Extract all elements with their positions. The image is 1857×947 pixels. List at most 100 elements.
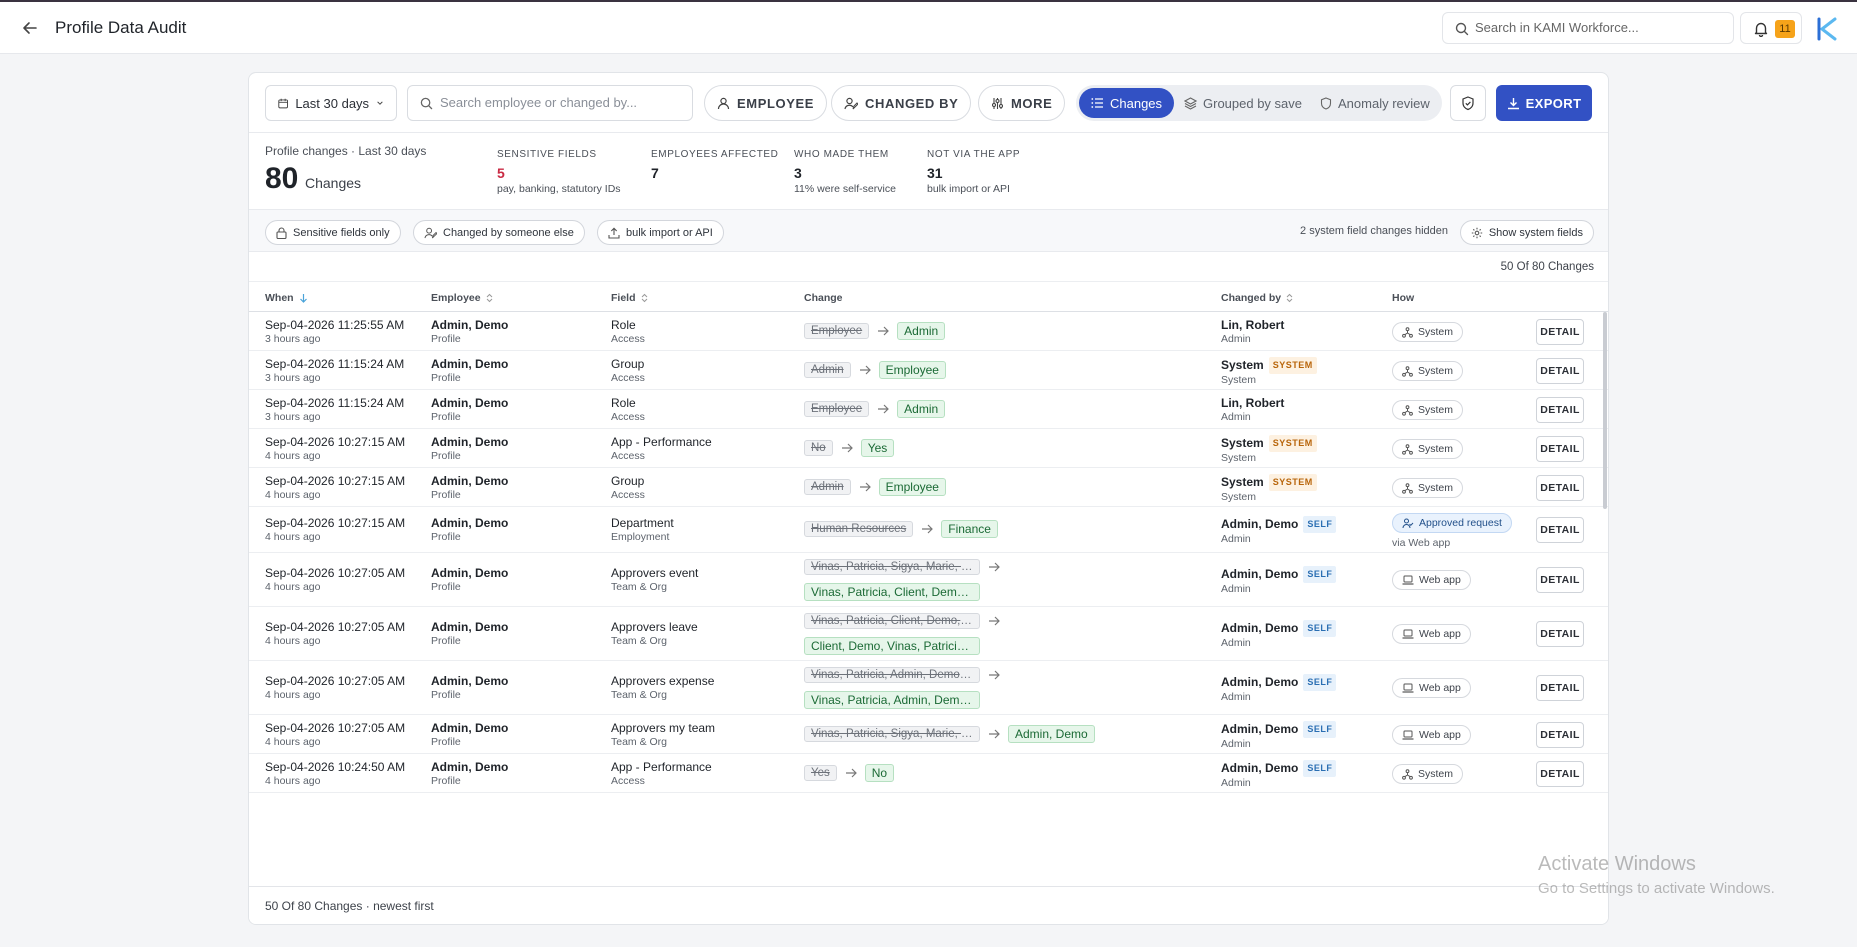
column-when[interactable]: When — [265, 292, 308, 304]
detail-button[interactable]: DETAIL — [1536, 436, 1584, 462]
detail-button[interactable]: DETAIL — [1536, 567, 1584, 593]
table-row[interactable]: Sep-04-2026 10:27:15 AM 4 hours ago Admin,… — [249, 507, 1608, 553]
upload-icon — [608, 227, 620, 239]
export-button[interactable]: EXPORT — [1496, 85, 1592, 121]
employee-name[interactable]: Admin, Demo — [431, 760, 508, 775]
employee-name[interactable]: Admin, Demo — [431, 566, 508, 581]
column-field[interactable]: Field — [611, 292, 648, 304]
how-label: Approved request — [1419, 517, 1502, 529]
view-tab-changes[interactable]: Changes — [1079, 88, 1175, 118]
date-range-select[interactable]: Last 30 days — [265, 85, 397, 121]
chip-changed-by-else[interactable]: Changed by someone else — [413, 220, 585, 245]
column-label: When — [265, 292, 294, 304]
how-cell: Web app — [1392, 570, 1471, 590]
changed-by-name: Admin, Demo SELF — [1221, 674, 1337, 691]
notifications-button[interactable]: 11 — [1740, 12, 1802, 44]
field-category: Team & Org — [611, 635, 668, 647]
employee-name[interactable]: Admin, Demo — [431, 516, 508, 531]
field-name: App - Performance — [611, 760, 712, 774]
detail-button[interactable]: DETAIL — [1536, 722, 1584, 748]
changed-by-name: Admin, Demo SELF — [1221, 721, 1337, 738]
employee-name[interactable]: Admin, Demo — [431, 396, 508, 411]
employee-name[interactable]: Admin, Demo — [431, 620, 508, 635]
table-row[interactable]: Sep-04-2026 10:27:15 AM 4 hours ago Admin,… — [249, 429, 1608, 468]
employee-search-input[interactable] — [440, 95, 685, 110]
old-value: Vinas, Patricia, Client, Demo, Sigy... — [804, 612, 980, 629]
audit-settings-button[interactable] — [1450, 85, 1486, 121]
old-value: Vinas, Patricia, Sigya, Marie, Clien... — [804, 558, 980, 575]
new-value: Finance — [941, 520, 998, 538]
table-row[interactable]: Sep-04-2026 10:27:05 AM 4 hours ago Admin,… — [249, 607, 1608, 661]
employee-subtext: Profile — [431, 581, 461, 593]
employee-name[interactable]: Admin, Demo — [431, 474, 508, 489]
changed-by-label: Admin, Demo — [1221, 621, 1299, 635]
table-scrollbar[interactable] — [1603, 312, 1607, 509]
how-badge: System — [1392, 322, 1464, 342]
changed-by-label: Admin, Demo — [1221, 722, 1299, 736]
detail-button[interactable]: DETAIL — [1536, 621, 1584, 647]
how-label: System — [1418, 768, 1454, 780]
field-cell: App - Performance Access — [611, 435, 712, 463]
hidden-fields-note: 2 system field changes hidden — [1300, 225, 1448, 237]
employee-filter-button[interactable]: EMPLOYEE — [704, 85, 828, 121]
field-category: Access — [611, 775, 645, 787]
laptop-icon — [1402, 575, 1414, 585]
detail-button[interactable]: DETAIL — [1536, 675, 1584, 701]
approved-request-badge[interactable]: Approved request — [1392, 513, 1512, 533]
table-row[interactable]: Sep-04-2026 10:27:05 AM 4 hours ago Admin,… — [249, 661, 1608, 715]
detail-button[interactable]: DETAIL — [1536, 475, 1584, 501]
view-tab-grouped-by-save[interactable]: Grouped by save — [1172, 88, 1314, 118]
global-search[interactable] — [1442, 12, 1734, 44]
column-changed-by[interactable]: Changed by — [1221, 292, 1293, 304]
self-tag: SELF — [1303, 566, 1337, 583]
kami-logo-icon[interactable] — [1813, 15, 1841, 43]
more-filters-button[interactable]: MORE — [978, 85, 1066, 121]
old-value: Yes — [804, 765, 837, 781]
chip-sensitive-fields[interactable]: Sensitive fields only — [265, 220, 401, 245]
back-arrow-icon[interactable] — [20, 18, 40, 38]
employee-subtext: Profile — [431, 450, 461, 462]
how-cell: Web app — [1392, 725, 1471, 745]
global-search-input[interactable] — [1475, 20, 1725, 35]
when-cell: Sep-04-2026 11:15:24 AM 3 hours ago — [265, 396, 404, 424]
detail-button[interactable]: DETAIL — [1536, 319, 1584, 345]
detail-button[interactable]: DETAIL — [1536, 397, 1584, 423]
table-row[interactable]: Sep-04-2026 10:27:05 AM 4 hours ago Admin,… — [249, 715, 1608, 754]
toolbar: Last 30 days EMPLOYEE CHANGED BY MORE Ch… — [249, 73, 1608, 133]
view-tab-anomaly-review[interactable]: Anomaly review — [1308, 88, 1442, 118]
changed-by-label: Lin, Robert — [1221, 318, 1285, 332]
table-row[interactable]: Sep-04-2026 10:24:50 AM 4 hours ago Admin,… — [249, 754, 1608, 793]
how-label: System — [1418, 326, 1454, 338]
show-system-fields-button[interactable]: Show system fields — [1459, 220, 1594, 245]
employee-name[interactable]: Admin, Demo — [431, 721, 508, 736]
field-name: Approvers leave — [611, 620, 698, 634]
when-cell: Sep-04-2026 10:27:05 AM 4 hours ago — [265, 721, 405, 749]
changed-by-name: System SYSTEM — [1221, 357, 1317, 374]
employee-search[interactable] — [407, 85, 693, 121]
employee-name[interactable]: Admin, Demo — [431, 674, 508, 689]
column-employee[interactable]: Employee — [431, 292, 493, 304]
table-row[interactable]: Sep-04-2026 11:15:24 AM 3 hours ago Admin,… — [249, 390, 1608, 429]
relative-time: 4 hours ago — [265, 450, 321, 462]
how-badge: Web app — [1392, 624, 1471, 644]
changed-by-cell: Admin, Demo SELF Admin — [1221, 516, 1337, 546]
changed-by-filter-button[interactable]: CHANGED BY — [831, 85, 972, 121]
detail-button[interactable]: DETAIL — [1536, 517, 1584, 543]
employee-name[interactable]: Admin, Demo — [431, 357, 508, 372]
employee-name[interactable]: Admin, Demo — [431, 435, 508, 450]
table-row[interactable]: Sep-04-2026 11:25:55 AM 3 hours ago Admin,… — [249, 312, 1608, 351]
how-badge: System — [1392, 361, 1464, 381]
changed-by-role: System — [1221, 374, 1257, 386]
laptop-icon — [1402, 730, 1414, 740]
column-label: How — [1392, 292, 1415, 304]
changed-by-cell: Admin, Demo SELF Admin — [1221, 674, 1337, 704]
chip-bulk-import[interactable]: bulk import or API — [597, 220, 724, 245]
table-row[interactable]: Sep-04-2026 11:15:24 AM 3 hours ago Admin,… — [249, 351, 1608, 390]
field-cell: Group Access — [611, 357, 645, 385]
summary-label: Profile changes · Last 30 days — [265, 144, 427, 158]
table-row[interactable]: Sep-04-2026 10:27:05 AM 4 hours ago Admin,… — [249, 553, 1608, 607]
employee-name[interactable]: Admin, Demo — [431, 318, 508, 333]
table-row[interactable]: Sep-04-2026 10:27:15 AM 4 hours ago Admin,… — [249, 468, 1608, 507]
detail-button[interactable]: DETAIL — [1536, 358, 1584, 384]
detail-button[interactable]: DETAIL — [1536, 761, 1584, 787]
